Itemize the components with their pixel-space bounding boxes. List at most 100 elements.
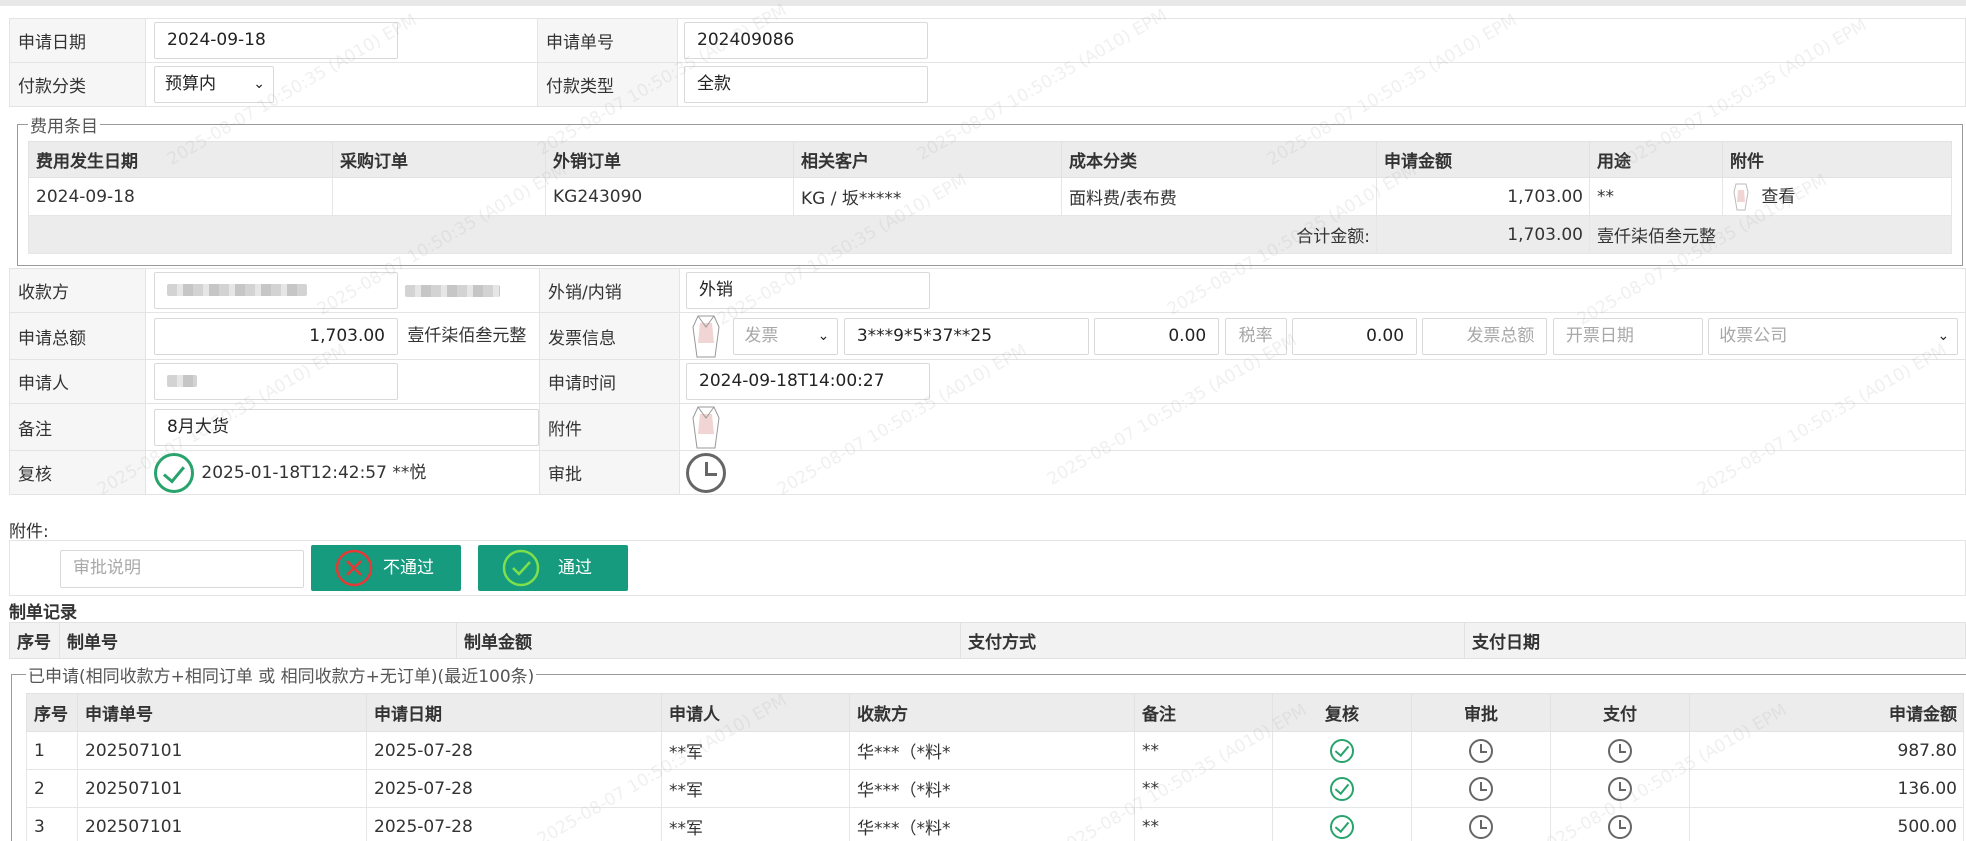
pending-clock-icon [1469,776,1493,801]
history-applicant: **军 [661,807,850,841]
history-payee: 华***（*料* [849,807,1135,841]
table-row[interactable]: 3 202507101 2025-07-28 **军 华***（*料* ** 5… [26,807,1964,841]
tax-rate-input[interactable]: 税率 [1224,317,1287,355]
pay-category-select[interactable]: 预算内 ⌄ [154,66,274,103]
table-row[interactable]: 2 202507101 2025-07-28 **军 华***（*料* ** 1… [26,769,1964,808]
history-amount: 136.00 [1689,769,1964,808]
pay-type-input[interactable]: 全款 [684,66,928,103]
fee-sum-row: 合计金额: 1,703.00 壹仟柒佰叁元整 [28,215,1952,254]
history-idx: 3 [26,807,78,841]
review-value: 2025-01-18T12:42:57 **悦 [201,462,427,483]
approve-button[interactable]: 通过 [478,545,628,591]
invoice-company-select[interactable]: 收票公司 ⌄ [1708,317,1959,355]
history-table: 序号 申请单号 申请日期 申请人 收款方 备注 复核 审批 支付 申请金额 1 … [26,693,1964,841]
export-input[interactable]: 外销 [686,272,930,309]
applicant-input[interactable] [154,363,398,400]
review-label: 复核 [9,450,146,495]
history-remark: ** [1134,769,1273,808]
history-legend: 已申请(相同收款方+相同订单 或 相同收款方+无订单)(最近100条) [28,667,535,687]
remark-input[interactable]: 8月大货 [154,408,539,446]
payee-label: 收款方 [9,268,146,313]
fee-header: 成本分类 [1061,141,1377,178]
table-row[interactable]: 1 202507101 2025-07-28 **军 华***（*料* ** 9… [26,731,1964,770]
history-date: 2025-07-28 [366,807,662,841]
payee-input[interactable] [154,272,398,309]
view-attachment-link[interactable]: 查看 [1761,187,1795,207]
approve-check-icon [502,549,540,587]
pending-clock-icon [686,452,726,493]
fee-header: 用途 [1589,141,1723,178]
total-label: 申请总额 [9,312,146,360]
history-idx: 2 [26,769,78,808]
apply-time-label: 申请时间 [539,359,680,404]
fee-header: 采购订单 [332,141,546,178]
history-no: 202507101 [77,731,367,770]
remark-label: 备注 [9,403,146,451]
invoice-total-input[interactable]: 发票总额 [1422,317,1548,355]
history-header: 申请单号 [77,693,367,732]
make-header: 序号 [9,622,60,659]
fee-items-table: 费用发生日期 采购订单 外销订单 相关客户 成本分类 申请金额 用途 附件 20… [28,141,1952,254]
apply-no-label: 申请单号 [537,18,678,63]
approval-comment-input[interactable]: 审批说明 [60,550,304,588]
fee-items-legend: 费用条目 [30,117,98,137]
pay-category-label: 付款分类 [9,62,146,107]
attachments-label: 附件: [9,522,49,542]
history-header: 审批 [1411,693,1551,732]
fee-header: 费用发生日期 [28,141,333,178]
attachment-thumbnail-icon[interactable] [686,404,726,450]
fee-sum-label: 合计金额: [28,215,1377,254]
invoice-type-placeholder: 发票 [744,325,779,346]
top-bar [0,0,1966,6]
invoice-no-input[interactable]: 3***9*5*37**25 [843,317,1089,355]
invoice-thumbnail-icon[interactable] [686,313,726,359]
apply-date-label: 申请日期 [9,18,146,63]
invoice-type-select[interactable]: 发票 ⌄ [733,317,839,355]
reject-label: 不通过 [383,558,434,578]
fee-header: 相关客户 [793,141,1062,178]
history-amount: 987.80 [1689,731,1964,770]
apply-date-input[interactable]: 2024-09-18 [154,22,398,59]
history-applicant: **军 [661,731,850,770]
tax-amount-input[interactable]: 0.00 [1292,317,1418,355]
approve-label: 审批 [539,450,680,495]
history-header: 申请金额 [1689,693,1964,732]
history-remark: ** [1134,731,1273,770]
fee-amount: 1,703.00 [1376,177,1590,216]
history-date: 2025-07-28 [366,769,662,808]
application-form-top: 申请日期 2024-09-18 申请单号 202409086 付款分类 预算内 … [9,18,1966,107]
history-payee: 华***（*料* [849,769,1135,808]
attachment-thumbnail-icon[interactable] [1730,182,1752,212]
table-row: 2024-09-18 KG243090 KG / 坂***** 面料费/表布费 … [28,177,1952,216]
pending-clock-icon [1608,776,1632,801]
make-records-table: 序号 制单号 制单金额 支付方式 支付日期 [9,622,1966,659]
application-form-bottom: 收款方 外销/内销 外销 申请总额 1,703.00 壹仟柒佰叁元整 发票信息 … [9,268,1966,495]
fee-header: 附件 [1722,141,1952,178]
invoice-amount-input[interactable]: 0.00 [1094,317,1220,355]
chevron-down-icon: ⌄ [1937,327,1950,344]
history-header: 支付 [1550,693,1690,732]
invoice-label: 发票信息 [539,312,680,360]
history-header: 备注 [1134,693,1273,732]
total-input[interactable]: 1,703.00 [154,317,398,355]
apply-no-input[interactable]: 202409086 [684,22,928,59]
approved-check-icon [1330,776,1354,801]
invoice-date-input[interactable]: 开票日期 [1552,317,1703,355]
pending-clock-icon [1608,814,1632,839]
approved-check-icon [1330,814,1354,839]
history-header: 申请人 [661,693,850,732]
fee-sum-words: 壹仟柒佰叁元整 [1589,215,1952,254]
history-header: 序号 [26,693,78,732]
history-fieldset: 已申请(相同收款方+相同订单 或 相同收款方+无订单)(最近100条) 序号 申… [11,662,1966,841]
fee-usage: ** [1589,177,1723,216]
approved-check-icon [154,452,194,493]
history-applicant: **军 [661,769,850,808]
make-header: 制单金额 [456,622,961,659]
history-no: 202507101 [77,769,367,808]
total-words: 壹仟柒佰叁元整 [407,326,527,346]
apply-time-input[interactable]: 2024-09-18T14:00:27 [686,363,930,400]
pending-clock-icon [1608,738,1632,763]
pay-category-value: 预算内 [165,74,216,94]
reject-button[interactable]: 不通过 [311,545,461,591]
redacted-text [405,284,501,297]
